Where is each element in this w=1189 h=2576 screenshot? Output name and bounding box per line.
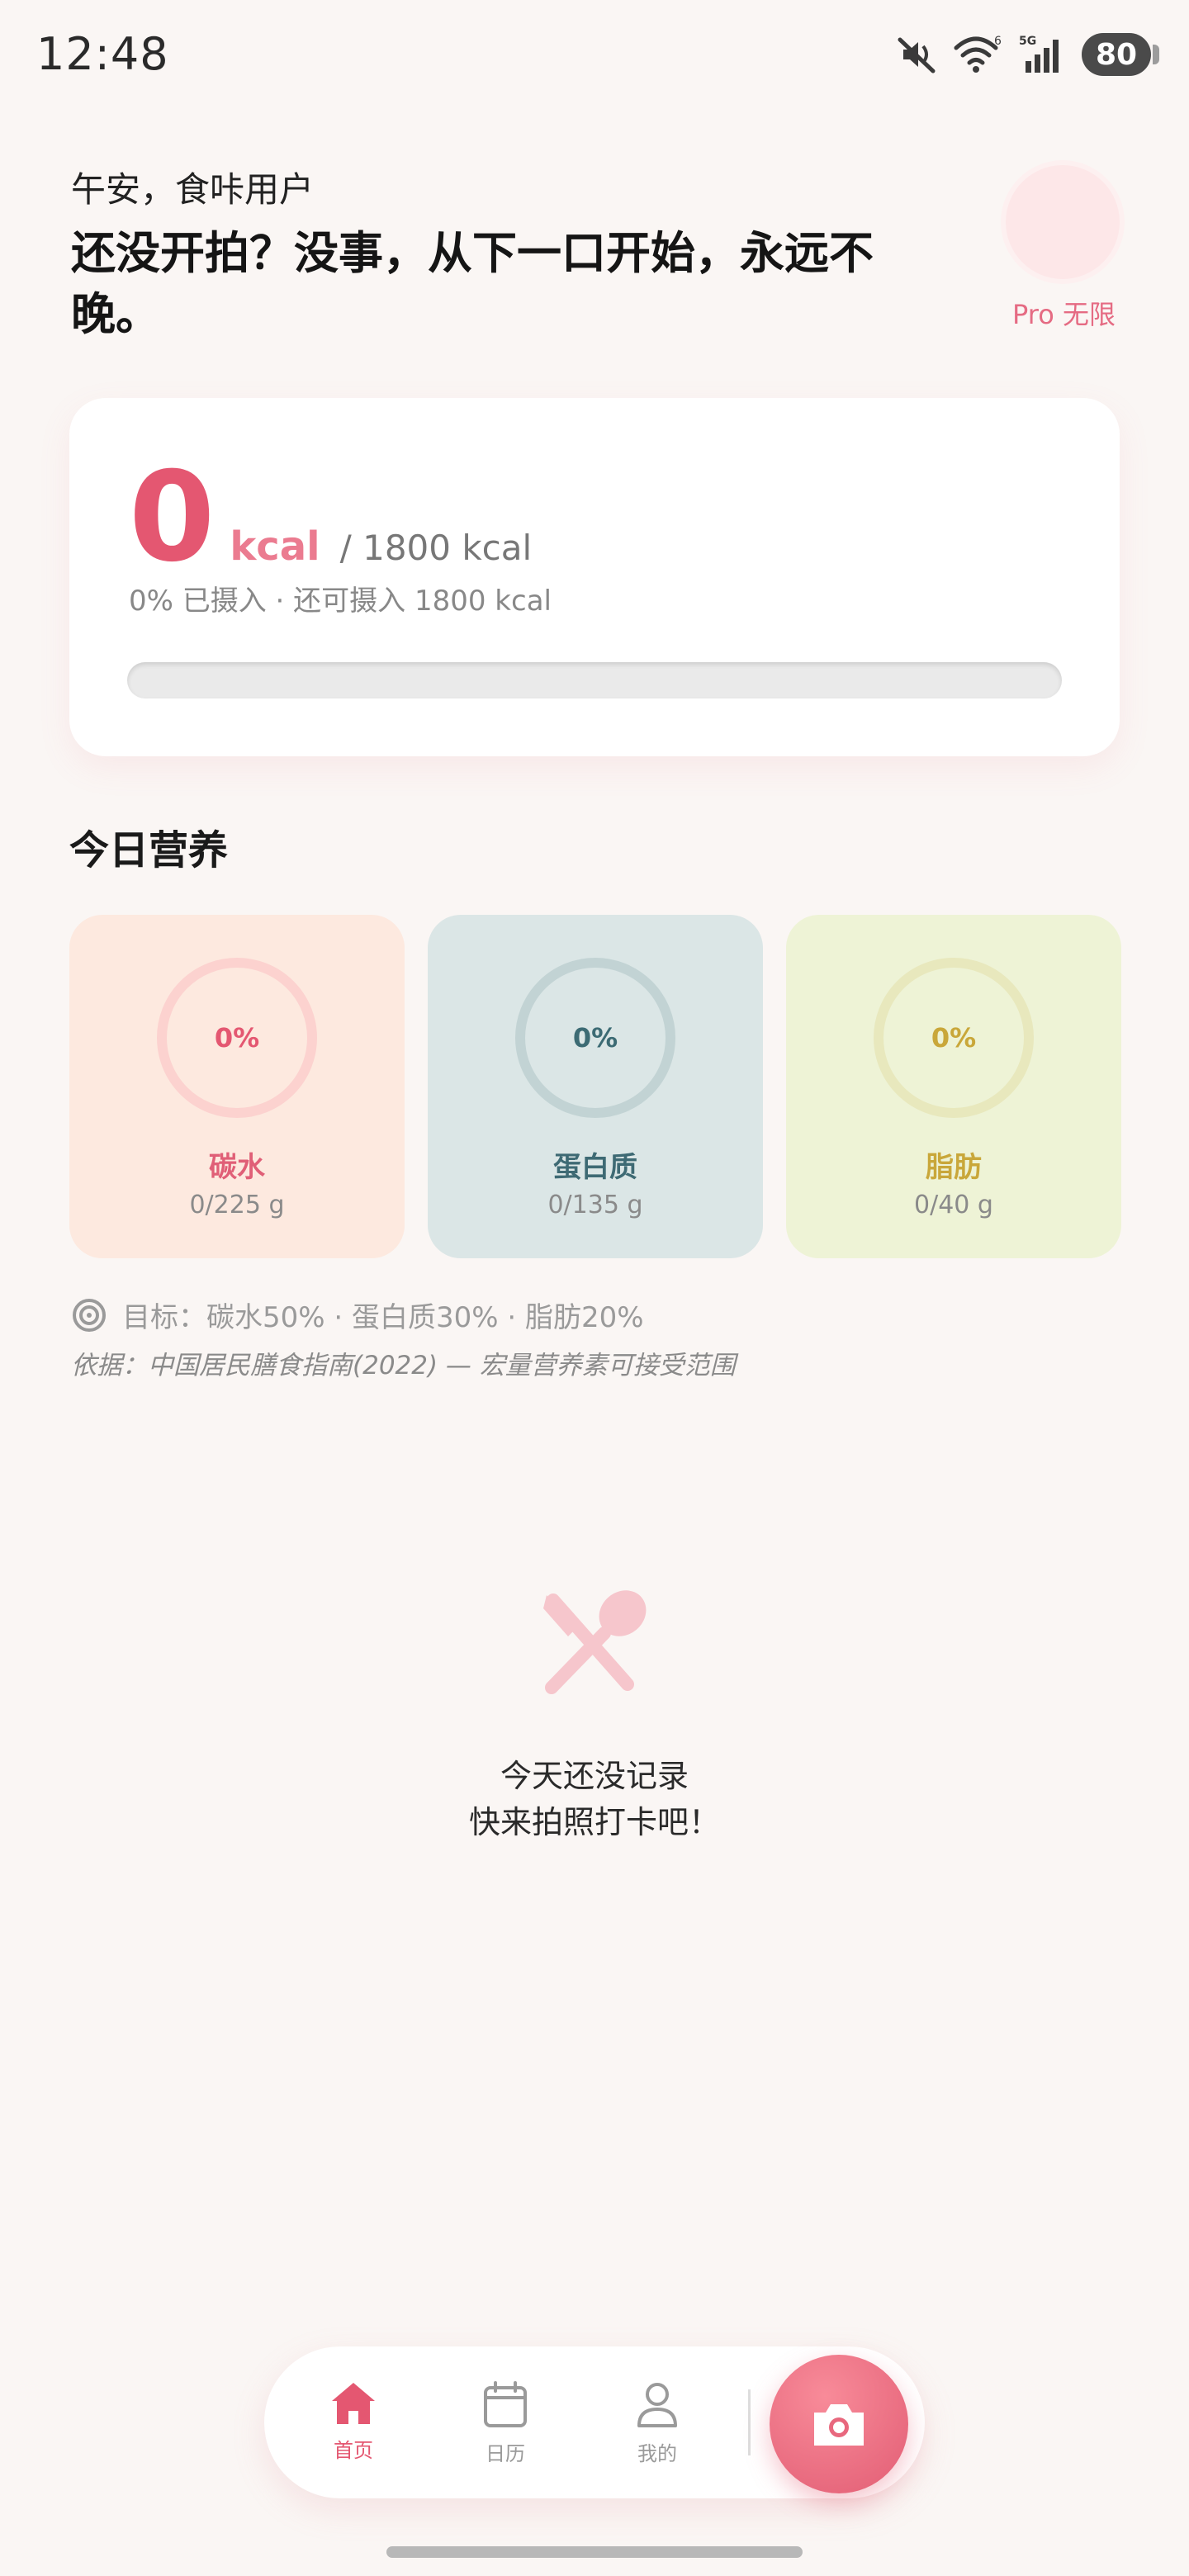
- protein-amount: 0/135 g: [547, 1191, 643, 1219]
- status-time: 12:48: [36, 28, 169, 80]
- nav-home-label: 首页: [334, 2439, 373, 2462]
- status-icons: 6 5G 80: [895, 33, 1159, 76]
- bottom-nav: 首页 日历 我的: [264, 2346, 925, 2498]
- calendar-icon: [484, 2381, 527, 2427]
- avatar[interactable]: [1006, 165, 1120, 279]
- fat-progress-ring: 0%: [874, 958, 1034, 1118]
- status-bar: 12:48 6 5G 80: [0, 0, 1189, 107]
- kcal-unit: kcal: [230, 523, 320, 570]
- macro-card-fat[interactable]: 0% 脂肪 0/40 g: [786, 915, 1121, 1258]
- greeting-text: 午安，食咔用户: [71, 169, 315, 210]
- macro-target-row: 目标：碳水50% · 蛋白质30% · 脂肪20%: [71, 1295, 644, 1335]
- nav-profile[interactable]: 我的: [608, 2379, 707, 2470]
- kcal-goal: / 1800 kcal: [339, 528, 533, 568]
- home-icon: [332, 2383, 375, 2424]
- headline-text: 还没开拍？没事，从下一口开始，永远不晚。: [71, 227, 874, 340]
- guideline-basis: 依据：中国居民膳食指南(2022) — 宏量营养素可接受范围: [71, 1351, 736, 1380]
- kcal-value: 0: [129, 446, 216, 590]
- nav-profile-label: 我的: [637, 2442, 677, 2465]
- nutrition-section-title: 今日营养: [69, 827, 229, 874]
- macro-card-carb[interactable]: 0% 碳水 0/225 g: [69, 915, 405, 1258]
- home-indicator: [386, 2546, 803, 2558]
- mute-icon: [898, 37, 936, 73]
- empty-state-subtitle: 快来拍照打卡吧！: [468, 1804, 720, 1840]
- kcal-summary: 0% 已摄入 · 还可摄入 1800 kcal: [129, 585, 552, 618]
- fat-amount: 0/40 g: [914, 1191, 993, 1219]
- wifi-icon: 6: [954, 35, 1002, 73]
- carb-progress-ring: 0%: [157, 958, 317, 1118]
- nav-home[interactable]: 首页: [304, 2379, 403, 2470]
- protein-progress-ring: 0%: [515, 958, 675, 1118]
- macro-target-text: 目标：碳水50% · 蛋白质30% · 脂肪20%: [122, 1301, 644, 1334]
- fat-label: 脂肪: [926, 1151, 982, 1184]
- signal-5g-icon: 5G: [1019, 35, 1059, 73]
- svg-text:6: 6: [994, 35, 1002, 48]
- pro-badge[interactable]: Pro 无限: [1012, 294, 1116, 332]
- fat-percent: 0%: [931, 1022, 977, 1054]
- kcal-row: 0 kcal / 1800 kcal: [129, 456, 532, 580]
- nav-calendar-label: 日历: [486, 2442, 525, 2465]
- nav-divider: [748, 2389, 751, 2455]
- empty-state-title: 今天还没记录: [500, 1758, 689, 1794]
- camera-icon: [814, 2404, 864, 2446]
- carb-label: 碳水: [209, 1151, 265, 1184]
- calorie-progress-bar: [127, 662, 1062, 698]
- utensils-icon: [543, 1590, 647, 1694]
- carb-amount: 0/225 g: [189, 1191, 285, 1219]
- battery-indicator: 80: [1082, 33, 1159, 76]
- protein-percent: 0%: [572, 1022, 618, 1054]
- carb-percent: 0%: [214, 1022, 260, 1054]
- nav-calendar[interactable]: 日历: [456, 2379, 555, 2470]
- calorie-card: 0 kcal / 1800 kcal 0% 已摄入 · 还可摄入 1800 kc…: [69, 398, 1120, 756]
- macro-card-protein[interactable]: 0% 蛋白质 0/135 g: [428, 915, 763, 1258]
- target-icon: [73, 1298, 106, 1332]
- camera-button[interactable]: [770, 2355, 908, 2493]
- protein-label: 蛋白质: [553, 1151, 637, 1184]
- user-icon: [637, 2383, 677, 2427]
- svg-text:5G: 5G: [1019, 35, 1036, 48]
